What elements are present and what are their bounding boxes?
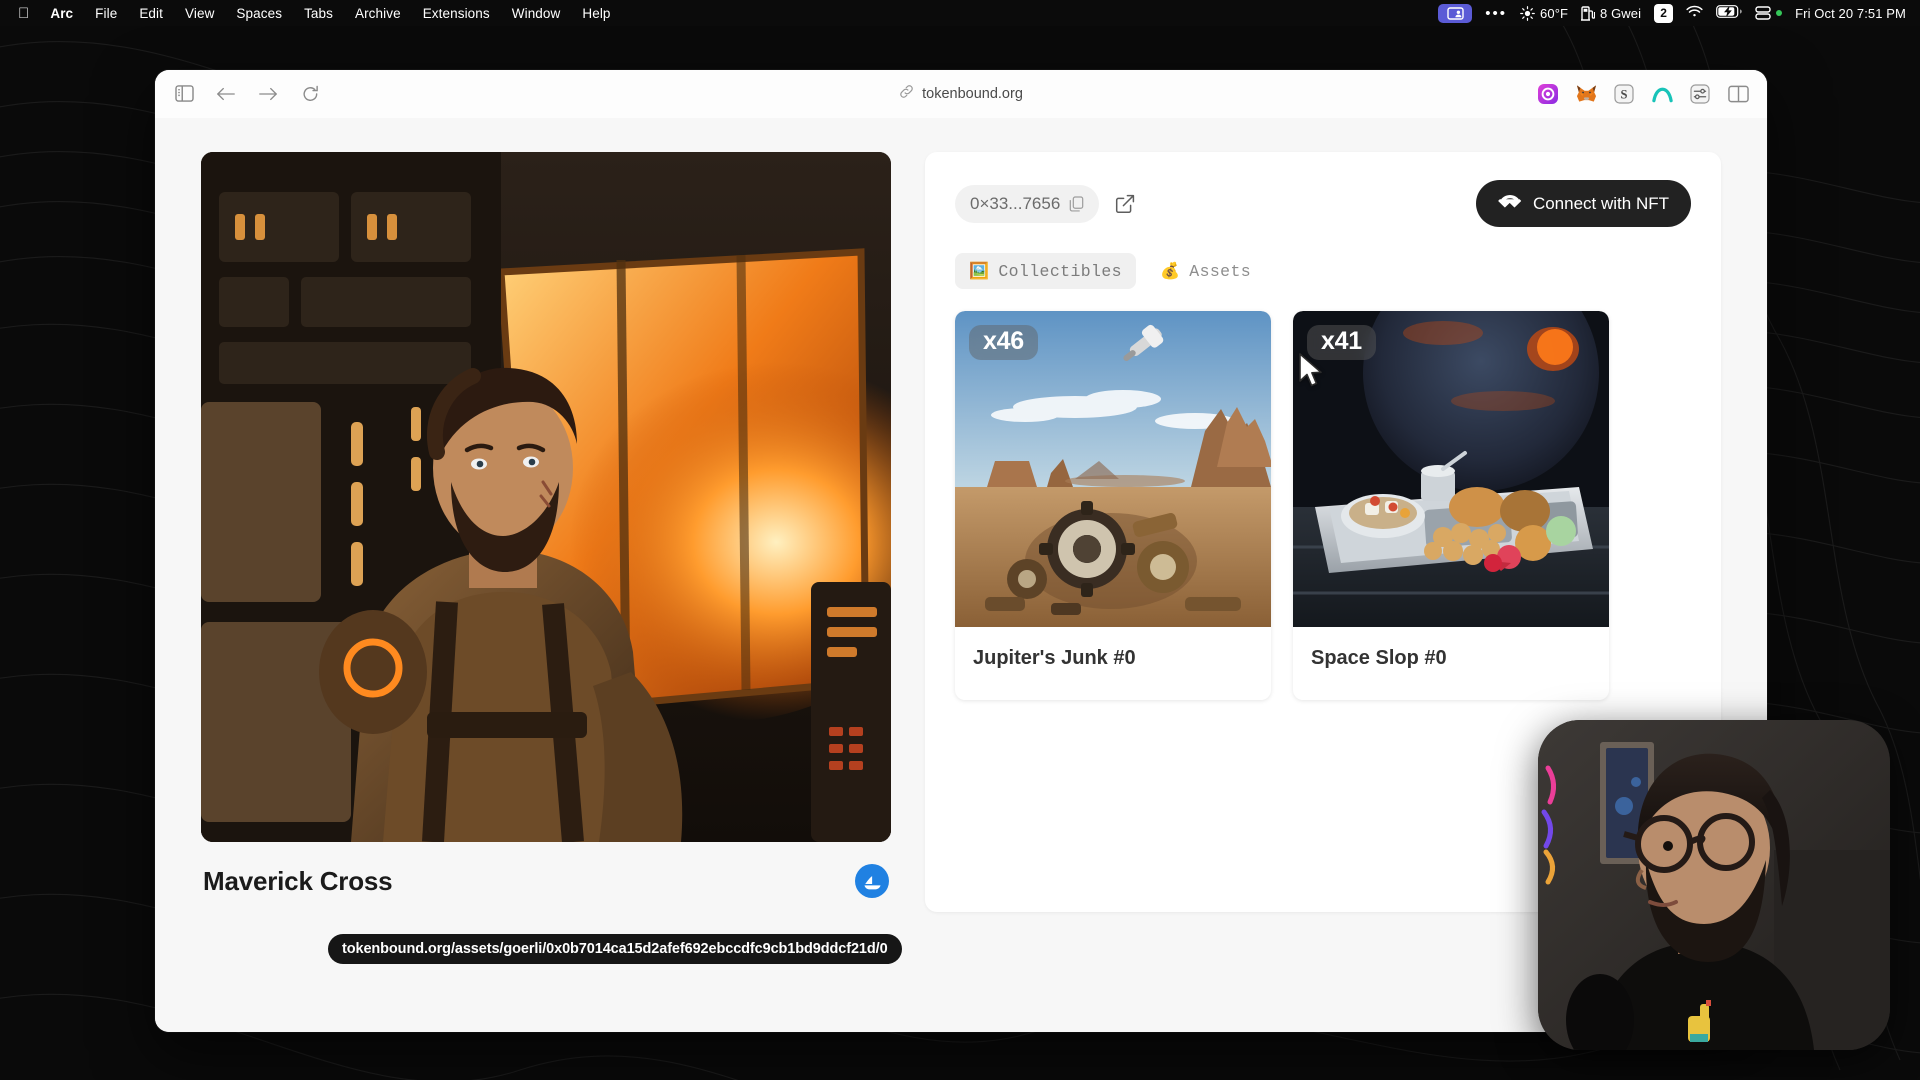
nft-hero-title-row: Maverick Cross: [201, 842, 891, 898]
notification-count-badge[interactable]: 2: [1654, 3, 1674, 23]
account-panel-header: 0×33...7656 Connect with NFT: [955, 180, 1691, 227]
collectible-quantity-badge: x46: [969, 325, 1038, 360]
menu-bar-status-items: ••• 60°F 8 Gwei 2 Fri Oct 20 7:51 PM: [1438, 3, 1910, 23]
tokenbound-page: Maverick Cross 0×33...7656 Connect with …: [155, 118, 1767, 1032]
gas-pump-icon: [1581, 5, 1596, 21]
connect-button-label: Connect with NFT: [1532, 193, 1669, 213]
split-view-icon[interactable]: [1727, 83, 1749, 105]
sun-icon: [1520, 5, 1535, 21]
menu-bar-items:  Arc File Edit View Spaces Tabs Archive…: [12, 5, 622, 22]
forward-arrow-icon[interactable]: [257, 83, 279, 105]
spaceship-cockpit-illustration: [201, 152, 891, 842]
back-arrow-icon[interactable]: [215, 83, 237, 105]
picture-frame-icon: 🖼️: [969, 263, 990, 281]
arc-browser-window: tokenbound.org S Maverick Cross 0×33...7…: [155, 70, 1767, 1032]
link-icon: [899, 84, 914, 103]
tab-assets[interactable]: 💰 Assets: [1146, 253, 1265, 289]
account-tabs: 🖼️ Collectibles 💰 Assets: [955, 253, 1691, 289]
webcam-overlay[interactable]: [1538, 720, 1890, 1050]
menu-item-window[interactable]: Window: [501, 6, 572, 21]
menu-item-extensions[interactable]: Extensions: [412, 6, 501, 21]
weather-status[interactable]: 60°F: [1520, 6, 1568, 21]
collectible-name: Space Slop #0: [1311, 647, 1447, 669]
gas-price-status[interactable]: 8 Gwei: [1581, 6, 1641, 21]
collectible-card[interactable]: x46 Jupiter's Junk #0: [955, 311, 1271, 700]
account-address-text: 0×33...7656: [970, 193, 1061, 213]
rainbow-extension-icon[interactable]: [1537, 83, 1559, 105]
wifi-icon[interactable]: [1686, 5, 1703, 21]
toolbar-nav-buttons: [173, 83, 321, 105]
svg-text:S: S: [1621, 87, 1628, 101]
tab-assets-label: Assets: [1189, 261, 1252, 281]
toolbar-extensions: S: [1537, 83, 1749, 105]
apple-logo-icon[interactable]: : [12, 5, 39, 22]
money-bag-icon: 💰: [1159, 263, 1181, 281]
recording-indicator-dot: [1776, 10, 1783, 16]
sidebar-toggle-icon[interactable]: [173, 83, 195, 105]
collectible-name: Jupiter's Junk #0: [973, 647, 1136, 669]
control-center-icon[interactable]: [1755, 6, 1783, 20]
macos-menu-bar:  Arc File Edit View Spaces Tabs Archive…: [0, 0, 1920, 26]
walletconnect-icon: [1498, 193, 1522, 214]
metamask-fox-icon[interactable]: [1575, 83, 1597, 105]
battery-charging-icon[interactable]: [1716, 5, 1742, 21]
collectible-card[interactable]: x41 Space Slop #0: [1293, 311, 1609, 700]
menu-item-tabs[interactable]: Tabs: [293, 6, 344, 21]
nft-hero-artwork[interactable]: [201, 152, 891, 842]
address-bar[interactable]: tokenbound.org: [155, 70, 1767, 117]
menu-item-arc[interactable]: Arc: [39, 6, 84, 21]
account-address-pill[interactable]: 0×33...7656: [955, 184, 1100, 223]
arc-teal-icon[interactable]: [1651, 83, 1673, 105]
collectible-thumbnail: x41: [1293, 311, 1609, 627]
menu-item-edit[interactable]: Edit: [128, 6, 174, 21]
mouse-cursor: [1299, 353, 1322, 387]
browser-toolbar: tokenbound.org S: [155, 70, 1767, 118]
stripe-s-icon[interactable]: S: [1613, 83, 1635, 105]
menu-item-file[interactable]: File: [84, 6, 128, 21]
address-bar-url: tokenbound.org: [922, 85, 1023, 102]
status-bar-url: tokenbound.org/assets/goerli/0x0b7014ca1…: [328, 934, 902, 964]
nft-hero-title: Maverick Cross: [203, 865, 393, 896]
menu-item-archive[interactable]: Archive: [344, 6, 412, 21]
tab-collectibles[interactable]: 🖼️ Collectibles: [955, 253, 1136, 289]
menu-bar-clock[interactable]: Fri Oct 20 7:51 PM: [1795, 6, 1906, 21]
ellipsis-icon[interactable]: •••: [1485, 5, 1507, 22]
presenter-video-feed: [1538, 720, 1890, 1050]
tab-collectibles-label: Collectibles: [998, 261, 1122, 281]
gas-price-value: 8 Gwei: [1600, 5, 1642, 21]
collectible-thumbnail: x46: [955, 311, 1271, 627]
copy-icon[interactable]: [1069, 195, 1084, 212]
opensea-icon[interactable]: [855, 864, 889, 898]
sliders-icon[interactable]: [1689, 83, 1711, 105]
reload-icon[interactable]: [299, 83, 321, 105]
connect-with-nft-button[interactable]: Connect with NFT: [1475, 180, 1691, 227]
menu-item-help[interactable]: Help: [571, 6, 621, 21]
menu-item-view[interactable]: View: [174, 6, 225, 21]
screen-share-icon[interactable]: [1438, 3, 1473, 23]
nft-hero-column: Maverick Cross: [201, 152, 891, 998]
external-link-icon[interactable]: [1115, 194, 1135, 214]
account-address-group: 0×33...7656: [955, 184, 1135, 223]
weather-temperature: 60°F: [1540, 5, 1569, 21]
menu-item-spaces[interactable]: Spaces: [225, 6, 293, 21]
